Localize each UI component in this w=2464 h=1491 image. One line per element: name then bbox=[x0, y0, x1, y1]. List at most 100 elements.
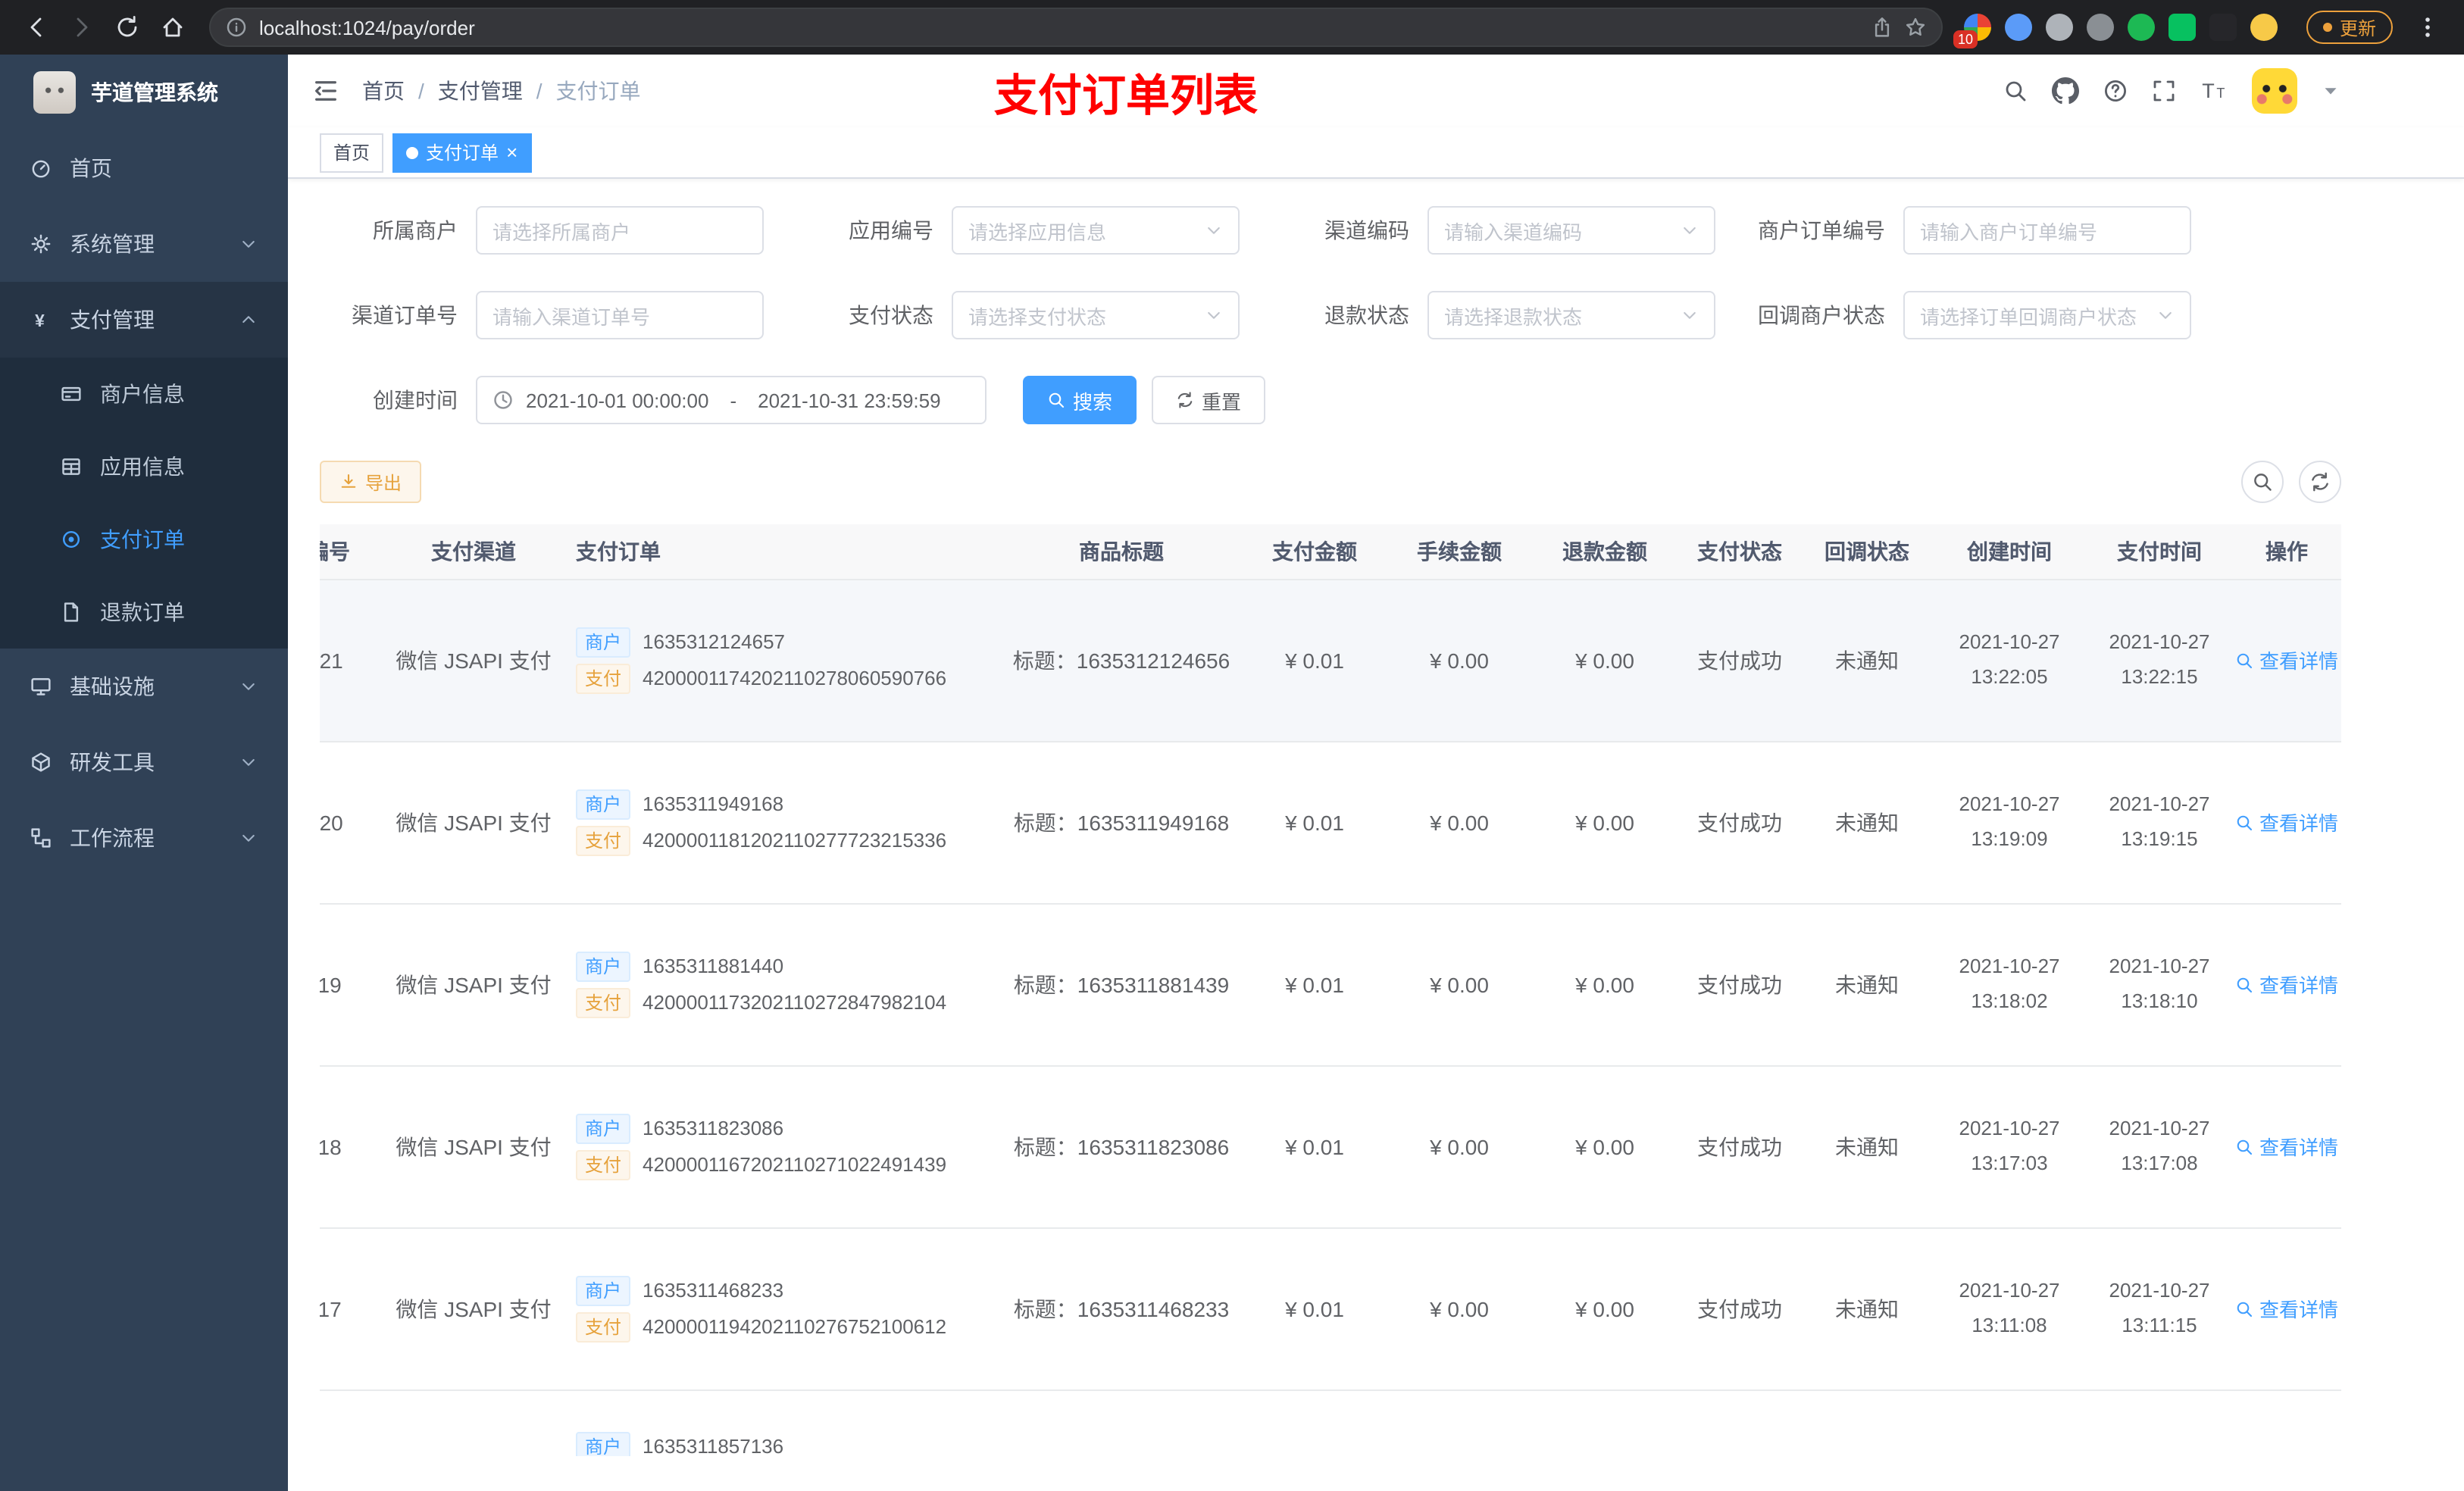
bookmark-star-icon[interactable] bbox=[1905, 17, 1926, 38]
sidebar-item-pay-order[interactable]: 支付订单 bbox=[0, 503, 288, 576]
col-notify: 回调状态 bbox=[1802, 524, 1932, 580]
cell-actions: 查看详情 bbox=[2232, 1227, 2341, 1390]
sidebar-item-system[interactable]: 系统管理 bbox=[0, 206, 288, 282]
merchant-order-no-input[interactable]: 请输入商户订单编号 bbox=[1903, 206, 2191, 255]
browser-menu-icon[interactable] bbox=[2406, 6, 2449, 48]
site-info-icon[interactable] bbox=[226, 17, 247, 38]
col-refund: 退款金额 bbox=[1532, 524, 1678, 580]
extension-icon[interactable] bbox=[2209, 14, 2237, 41]
col-id: 编号 bbox=[320, 524, 386, 580]
extension-icon[interactable] bbox=[2045, 14, 2073, 41]
cell-refund: ¥ 0.00 bbox=[1532, 741, 1678, 904]
sidebar-item-dev-tools[interactable]: 研发工具 bbox=[0, 724, 288, 800]
channel-code-select[interactable]: 请输入渠道编码 bbox=[1427, 206, 1715, 255]
extension-icon[interactable] bbox=[2127, 14, 2155, 41]
monitor-icon bbox=[31, 678, 51, 695]
merchant-tag: 商户 bbox=[576, 789, 631, 819]
fullscreen-icon[interactable] bbox=[2152, 79, 2176, 103]
reload-icon[interactable] bbox=[106, 6, 149, 48]
share-icon[interactable] bbox=[1871, 17, 1893, 38]
date-start: 2021-10-01 00:00:00 bbox=[526, 389, 709, 411]
chevron-down-icon bbox=[242, 240, 255, 248]
browser-update-button[interactable]: 更新 bbox=[2306, 11, 2393, 44]
reset-button[interactable]: 重置 bbox=[1152, 376, 1266, 424]
merchant-tag: 商户 bbox=[576, 1275, 631, 1305]
search-icon[interactable] bbox=[2003, 79, 2028, 103]
breadcrumb-home[interactable]: 首页 bbox=[362, 76, 405, 106]
sidebar-item-infra[interactable]: 基础设施 bbox=[0, 649, 288, 724]
view-detail-link[interactable]: 查看详情 bbox=[2235, 645, 2338, 674]
extension-icon[interactable] bbox=[2250, 14, 2278, 41]
chevron-down-icon bbox=[242, 683, 255, 690]
date-range-picker[interactable]: 2021-10-01 00:00:00 - 2021-10-31 23:59:5… bbox=[476, 376, 987, 424]
app-select[interactable]: 请选择应用信息 bbox=[952, 206, 1240, 255]
caret-down-icon[interactable] bbox=[2322, 82, 2340, 100]
notify-status-select[interactable]: 请选择订单回调商户状态 bbox=[1903, 291, 2191, 339]
cell-title: 标题：1635311881439 bbox=[1000, 903, 1243, 1066]
sidebar-item-pay[interactable]: ¥ 支付管理 bbox=[0, 282, 288, 358]
dashboard-icon bbox=[32, 160, 50, 178]
cell-fee: ¥ 0.00 bbox=[1387, 1065, 1532, 1228]
font-size-icon[interactable]: TT bbox=[2200, 77, 2228, 105]
close-icon[interactable]: × bbox=[506, 142, 518, 162]
tab-pay-order[interactable]: 支付订单 × bbox=[392, 133, 532, 172]
refresh-table-button[interactable] bbox=[2299, 461, 2341, 503]
github-icon[interactable] bbox=[2052, 77, 2079, 105]
forward-icon[interactable] bbox=[61, 6, 103, 48]
table-row: 118 微信 JSAPI 支付 商户1635311823086 支付420000… bbox=[320, 1065, 2341, 1228]
extension-icon[interactable] bbox=[2086, 14, 2114, 41]
search-icon bbox=[2237, 814, 2253, 830]
avatar[interactable] bbox=[2252, 68, 2297, 114]
sidebar-toggle-icon[interactable] bbox=[312, 77, 339, 105]
toggle-search-button[interactable] bbox=[2241, 461, 2284, 503]
view-detail-link[interactable]: 查看详情 bbox=[2235, 970, 2338, 999]
breadcrumb-pay[interactable]: 支付管理 bbox=[438, 76, 523, 106]
extension-icon[interactable] bbox=[2168, 14, 2196, 41]
app-logo: 芋道管理系统 bbox=[0, 55, 288, 130]
chevron-down-icon bbox=[1208, 227, 1220, 234]
table-row: 121 微信 JSAPI 支付 商户1635312124657 支付420000… bbox=[320, 579, 2341, 742]
view-detail-link[interactable]: 查看详情 bbox=[2235, 1294, 2338, 1323]
tab-home[interactable]: 首页 bbox=[320, 133, 384, 172]
col-amount: 支付金额 bbox=[1243, 524, 1387, 580]
merchant-select[interactable]: 请选择所属商户 bbox=[476, 206, 764, 255]
pay-status-select[interactable]: 请选择支付状态 bbox=[952, 291, 1240, 339]
cell-refund: ¥ 0.00 bbox=[1532, 1227, 1678, 1390]
sidebar-item-workflow[interactable]: 工作流程 bbox=[0, 800, 288, 876]
pay-tag: 支付 bbox=[576, 663, 631, 693]
filter-form: 所属商户 请选择所属商户 应用编号 请选择应用信息 渠道编码 请输入渠道编码 商… bbox=[309, 206, 2464, 424]
extension-icon[interactable] bbox=[2004, 14, 2032, 41]
cell-refund: ¥ 0.00 bbox=[1532, 1065, 1678, 1228]
back-icon[interactable] bbox=[15, 6, 58, 48]
chevron-down-icon bbox=[1684, 311, 1696, 319]
cell-fee: ¥ 0.00 bbox=[1387, 1227, 1532, 1390]
chevron-up-icon bbox=[242, 316, 255, 324]
svg-text:¥: ¥ bbox=[35, 311, 45, 330]
home-icon[interactable] bbox=[152, 6, 194, 48]
extension-badge: 10 bbox=[1953, 30, 1978, 48]
sidebar-item-refund-order[interactable]: 退款订单 bbox=[0, 576, 288, 649]
view-detail-link[interactable]: 查看详情 bbox=[2235, 1132, 2338, 1161]
sidebar-item-home[interactable]: 首页 bbox=[0, 130, 288, 206]
channel-order-no-input[interactable]: 请输入渠道订单号 bbox=[476, 291, 764, 339]
help-icon[interactable] bbox=[2103, 79, 2128, 103]
refund-status-select[interactable]: 请选择退款状态 bbox=[1427, 291, 1715, 339]
view-detail-link[interactable]: 查看详情 bbox=[2235, 808, 2338, 836]
cell-channel: 微信 JSAPI 支付 bbox=[386, 1227, 561, 1390]
cell-actions: 查看详情 bbox=[2232, 741, 2341, 904]
cell-created: 2021-10-27 13:17:03 bbox=[1932, 1065, 2087, 1228]
extension-icon[interactable]: 10 bbox=[1953, 14, 1991, 48]
search-button[interactable]: 搜索 bbox=[1023, 376, 1137, 424]
address-bar[interactable]: localhost:1024/pay/order bbox=[209, 8, 1943, 47]
orders-table: 编号 支付渠道 支付订单 商品标题 支付金额 手续金额 退款金额 支付状态 回调… bbox=[320, 524, 2341, 1456]
export-button[interactable]: 导出 bbox=[320, 461, 422, 503]
cell-notify: 未通知 bbox=[1802, 1065, 1932, 1228]
cell-amount: ¥ 0.01 bbox=[1243, 741, 1387, 904]
filter-label: 回调商户状态 bbox=[1758, 303, 1885, 327]
sidebar-item-merchant-info[interactable]: 商户信息 bbox=[0, 358, 288, 430]
refresh-icon bbox=[2312, 472, 2328, 492]
grid-icon bbox=[62, 458, 80, 475]
cell-channel: 微信 JSAPI 支付 bbox=[386, 903, 561, 1066]
search-icon bbox=[2237, 1301, 2253, 1317]
sidebar-item-app-info[interactable]: 应用信息 bbox=[0, 430, 288, 503]
